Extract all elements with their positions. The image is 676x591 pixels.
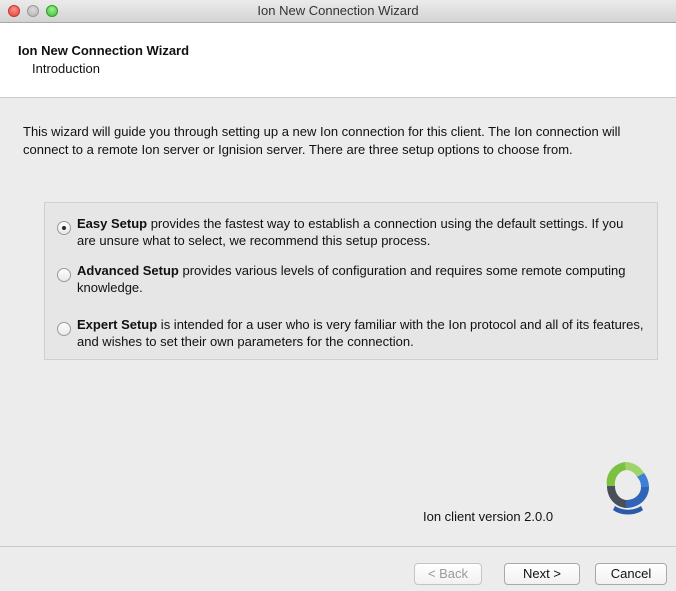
cancel-button[interactable]: Cancel	[595, 563, 667, 585]
wizard-title: Ion New Connection Wizard	[18, 43, 190, 58]
wizard-step-title: Introduction	[32, 61, 100, 76]
title-bar: Ion New Connection Wizard	[0, 0, 676, 23]
easy-setup-name: Easy Setup	[77, 216, 148, 231]
next-button[interactable]: Next >	[504, 563, 580, 585]
advanced-setup-option[interactable]: Advanced Setup provides various levels o…	[57, 262, 645, 296]
ion-logo-icon	[606, 462, 649, 515]
intro-text: This wizard will guide you through setti…	[23, 124, 621, 157]
window-title: Ion New Connection Wizard	[257, 3, 419, 18]
expert-setup-option[interactable]: Expert Setup is intended for a user who …	[57, 316, 645, 350]
back-button[interactable]: < Back	[414, 563, 482, 585]
easy-setup-radio[interactable]	[57, 221, 71, 235]
advanced-setup-name: Advanced Setup	[77, 263, 179, 278]
easy-setup-description: provides the fastest way to establish a …	[77, 216, 624, 248]
client-version-label: Ion client version 2.0.0	[423, 509, 554, 524]
expert-setup-radio[interactable]	[57, 322, 71, 336]
expert-setup-name: Expert Setup	[77, 317, 158, 332]
footer-divider	[0, 546, 676, 547]
setup-options-group: Easy Setup provides the fastest way to e…	[44, 202, 658, 360]
easy-setup-option[interactable]: Easy Setup provides the fastest way to e…	[57, 215, 645, 249]
advanced-setup-radio[interactable]	[57, 268, 71, 282]
expert-setup-description: is intended for a user who is very famil…	[77, 317, 644, 349]
wizard-header: Ion New Connection Wizard Introduction	[0, 23, 676, 98]
